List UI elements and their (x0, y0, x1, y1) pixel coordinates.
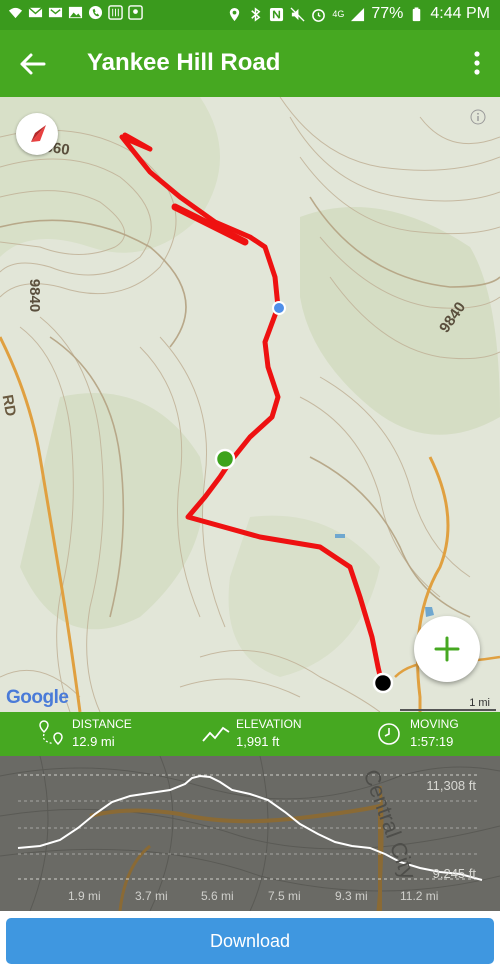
page-title: Yankee Hill Road (87, 49, 281, 76)
system-icons: 4G 77% 4:44 PM (227, 5, 490, 23)
x-tick: 11.2 mi (400, 889, 439, 903)
x-tick: 3.7 mi (135, 889, 168, 903)
x-tick: 5.6 mi (201, 889, 234, 903)
download-bar: Download (0, 911, 500, 970)
elevation-profile[interactable]: Central City 11,308 ft 9,245 ft 1.9 mi 3… (0, 756, 500, 911)
location-icon (230, 7, 240, 21)
mail-icon (28, 7, 43, 18)
clock-time: 4:44 PM (430, 5, 490, 22)
phone-icon (88, 5, 103, 20)
status-bar: 4G 77% 4:44 PM (0, 0, 500, 30)
elevation-icon (202, 726, 230, 742)
mute-icon (290, 6, 305, 22)
download-button[interactable]: Download (6, 918, 494, 964)
nfc-icon (270, 7, 284, 21)
app-bar: Yankee Hill Road (0, 30, 500, 97)
battery-icon (413, 6, 421, 21)
elevation-value: 1,991 ft (236, 734, 280, 749)
elevation-max-label: 11,308 ft (426, 778, 476, 793)
compass-icon (31, 125, 46, 142)
notification-icons (8, 5, 143, 20)
add-button[interactable] (414, 616, 480, 682)
more-options-icon[interactable] (472, 50, 482, 76)
contour-label: 9840 (26, 278, 44, 313)
back-arrow-icon[interactable] (18, 50, 48, 78)
distance-value: 12.9 mi (72, 734, 115, 749)
distance-stat: DISTANCE 12.9 mi (72, 717, 132, 750)
moving-stat: MOVING 1:57:19 (410, 717, 459, 750)
wifi-icon (8, 7, 23, 19)
image-icon (68, 6, 83, 19)
moving-value: 1:57:19 (410, 734, 454, 749)
compass-button[interactable] (16, 113, 58, 155)
elevation-label: ELEVATION (236, 717, 302, 731)
elevation-chart (0, 756, 500, 911)
clock-icon (378, 723, 400, 745)
map-scale-bar (400, 709, 496, 711)
battery-percent: 77% (371, 5, 404, 22)
x-tick: 9.3 mi (335, 889, 368, 903)
gmail-icon (48, 7, 63, 18)
map-view[interactable]: 10660 9840 9840 RD Google 1 mi (0, 97, 500, 712)
alarm-icon (312, 8, 326, 22)
info-icon[interactable] (470, 109, 486, 125)
google-attribution: Google (6, 687, 69, 708)
stats-bar: DISTANCE 12.9 mi ELEVATION 1,991 ft MOVI… (0, 712, 500, 756)
elevation-min-label: 9,245 ft (432, 866, 476, 881)
plus-icon (434, 636, 460, 662)
elevation-stat: ELEVATION 1,991 ft (236, 717, 302, 750)
map-scale: 1 mi (469, 697, 490, 709)
distance-icon (39, 720, 63, 746)
signal-icon (351, 7, 365, 21)
x-tick: 7.5 mi (268, 889, 301, 903)
lte-icon: 4G (332, 9, 345, 19)
moving-label: MOVING (410, 717, 459, 731)
x-tick: 1.9 mi (68, 889, 101, 903)
distance-label: DISTANCE (72, 717, 132, 731)
bluetooth-icon (251, 6, 261, 22)
map-pin-icon (128, 5, 143, 20)
notification-icon (108, 5, 123, 20)
